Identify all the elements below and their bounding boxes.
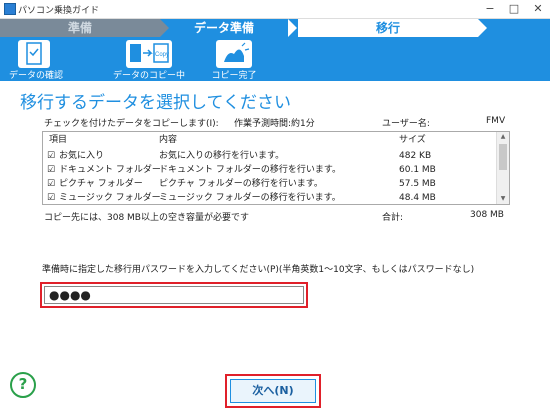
total-value: 308 MB: [470, 210, 504, 220]
chevron-icon: [288, 19, 297, 37]
scroll-thumb[interactable]: [499, 144, 507, 170]
row-item: ドキュメント フォルダー: [59, 165, 161, 175]
close-icon[interactable]: ✕: [526, 0, 550, 18]
row-item: ミュージック フォルダー: [59, 193, 161, 203]
instruction-label: チェックを付けたデータをコピーします(I):: [44, 119, 219, 129]
password-input[interactable]: ●●●●: [44, 286, 304, 304]
row-size: 482 KB: [399, 151, 432, 161]
header-desc[interactable]: 内容: [159, 133, 177, 147]
time-estimate: 作業予測時間:約1分: [234, 119, 315, 129]
page-title: 移行するデータを選択してください: [20, 93, 291, 113]
substep-data-check: データの確認: [0, 37, 72, 81]
next-button[interactable]: 次へ(N): [230, 379, 316, 403]
row-desc: ミュージック フォルダーの移行を行います。: [159, 193, 341, 203]
row-checkbox[interactable]: ☑: [47, 149, 55, 163]
next-highlight: 次へ(N): [225, 374, 321, 408]
help-icon[interactable]: ?: [10, 372, 36, 398]
title-bar: パソコン乗換ガイド − □ ✕: [0, 0, 550, 19]
list-scrollbar[interactable]: ▲ ▼: [496, 132, 509, 204]
row-checkbox[interactable]: ☑: [47, 191, 55, 205]
svg-text:Copy: Copy: [155, 52, 169, 58]
window-title: パソコン乗換ガイド: [18, 6, 100, 16]
table-row[interactable]: ☑ ミュージック フォルダー ミュージック フォルダーの移行を行います。 48.…: [45, 191, 495, 205]
scroll-down-icon[interactable]: ▼: [497, 194, 509, 204]
row-item: ピクチャ フォルダー: [59, 179, 143, 189]
table-row[interactable]: ☑ ピクチャ フォルダー ピクチャ フォルダーの移行を行います。 57.5 MB: [45, 177, 495, 191]
user-value: FMV: [486, 116, 506, 126]
row-desc: ドキュメント フォルダーの移行を行います。: [159, 165, 341, 175]
app-icon: [4, 3, 16, 15]
step-migrate: 移行: [298, 19, 478, 37]
capacity-note: コピー先には、308 MB以上の空き容量が必要です: [44, 213, 249, 223]
row-checkbox[interactable]: ☑: [47, 163, 55, 177]
list-header: 項目 内容 サイズ: [45, 133, 495, 147]
maximize-icon[interactable]: □: [502, 0, 526, 18]
row-desc: ピクチャ フォルダーの移行を行います。: [159, 179, 323, 189]
table-row[interactable]: ☑ ドキュメント フォルダー ドキュメント フォルダーの移行を行います。 60.…: [45, 163, 495, 177]
minimize-icon[interactable]: −: [478, 0, 502, 18]
row-item: お気に入り: [59, 151, 105, 161]
password-highlight: ●●●●: [40, 282, 308, 308]
total-label: 合計:: [382, 213, 404, 223]
hands-icon: [216, 40, 252, 68]
row-size: 60.1 MB: [399, 165, 436, 175]
step-data-prepare: データ準備: [193, 21, 254, 35]
password-value: ●●●●: [49, 288, 91, 302]
data-list[interactable]: 項目 内容 サイズ ☑ お気に入り お気に入りの移行を行います。 482 KB …: [42, 131, 510, 205]
substep-bar: データの確認 Copy データのコピー中 コピー完了: [0, 37, 550, 81]
row-size: 57.5 MB: [399, 179, 436, 189]
step-bar: 準備 データ準備 移行: [0, 19, 550, 37]
row-checkbox[interactable]: ☑: [47, 177, 55, 191]
header-item[interactable]: 項目: [49, 133, 67, 147]
header-size[interactable]: サイズ: [399, 133, 426, 147]
copy-icon: Copy: [126, 40, 172, 68]
row-desc: お気に入りの移行を行います。: [159, 151, 285, 161]
chevron-icon: [478, 19, 487, 37]
substep-copying: Copy データのコピー中: [104, 37, 194, 81]
substep-complete: コピー完了: [196, 37, 272, 81]
user-label: ユーザー名:: [382, 119, 430, 129]
document-check-icon: [18, 40, 50, 68]
row-size: 48.4 MB: [399, 193, 436, 203]
table-row[interactable]: ☑ お気に入り お気に入りの移行を行います。 482 KB: [45, 149, 495, 163]
password-label: 準備時に指定した移行用パスワードを入力してください(P)(半角英数1〜10文字、…: [42, 265, 475, 275]
step-prepare: 準備: [0, 19, 160, 37]
scroll-up-icon[interactable]: ▲: [497, 132, 509, 142]
